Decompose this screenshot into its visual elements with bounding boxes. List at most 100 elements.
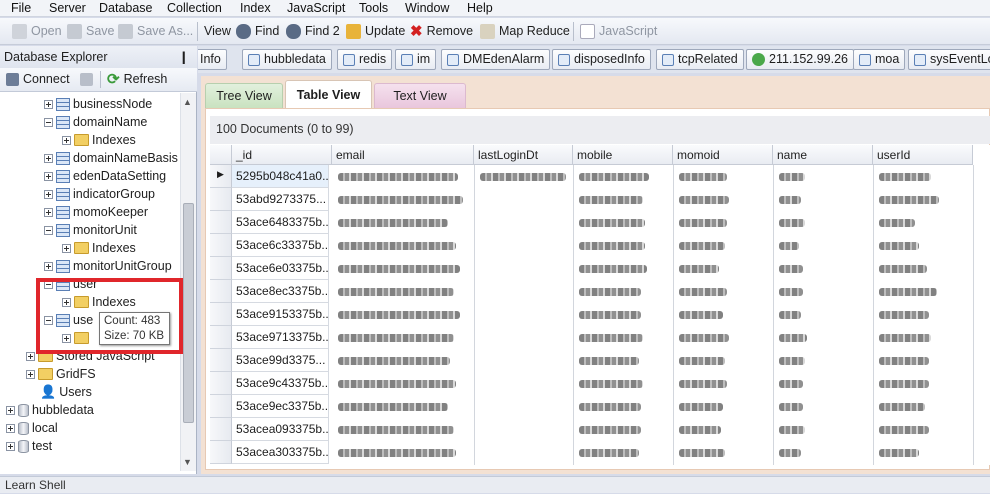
learn-shell-label[interactable]: Learn Shell [5,478,66,492]
tab-tree-view[interactable]: Tree View [205,83,283,108]
db-tab-dmedenalarm[interactable]: DMEdenAlarm [441,49,551,70]
tree-node-domainname[interactable]: domainName [44,113,147,131]
collapse-toggle[interactable] [44,225,53,235]
expand-toggle[interactable] [44,153,53,163]
expand-toggle[interactable] [62,243,71,253]
row-header[interactable] [210,188,232,211]
tree-node-domainnamebasis[interactable]: domainNameBasis [44,149,178,167]
menu-collection[interactable]: Collection [167,0,222,17]
menu-window[interactable]: Window [405,0,449,17]
tree-node-local[interactable]: local [6,419,58,437]
db-tab-syseventlog[interactable]: sysEventLo [908,49,990,70]
tree-node-businessnode[interactable]: businessNode [44,95,152,113]
table-row-id-cell[interactable]: 53ace9ec3375b... [232,395,329,418]
save-as-button[interactable]: Save As... [118,21,193,42]
save-button[interactable]: Save [67,21,115,42]
tab-table-view[interactable]: Table View [285,80,372,108]
tree-node-edendatasetting[interactable]: edenDataSetting [44,167,166,185]
column-header-momoid[interactable]: momoid [673,145,773,165]
remove-button[interactable]: ✖ Remove [410,21,473,42]
table-row-id-cell[interactable]: 53ace6e03375b... [232,257,329,280]
expand-toggle[interactable] [6,441,15,451]
table-row-id-cell[interactable]: 53abd9273375... [232,188,329,211]
menu-database[interactable]: Database [99,0,153,17]
tree-node-monitorunitgroup[interactable]: monitorUnitGroup [44,257,172,275]
view-button[interactable]: View [204,21,231,42]
table-row-id-cell[interactable]: 53ace9153375b... [232,303,329,326]
pin-icon[interactable]: ❙ [179,46,189,68]
menu-file[interactable]: File [11,0,31,17]
column-header-id[interactable]: _id [232,145,332,165]
column-header-mobile[interactable]: mobile [573,145,673,165]
expand-toggle[interactable] [62,135,71,145]
expand-toggle[interactable] [26,369,35,379]
expand-toggle[interactable] [44,99,53,109]
find-button[interactable]: Find [236,21,279,42]
find2-button[interactable]: Find 2 [286,21,340,42]
column-header-lastlogindt[interactable]: lastLoginDt [474,145,573,165]
db-tab-disposedinfo[interactable]: disposedInfo [552,49,651,70]
menu-tools[interactable]: Tools [359,0,388,17]
menu-javascript[interactable]: JavaScript [287,0,345,17]
expand-toggle[interactable] [6,423,15,433]
table-row-id-cell[interactable]: 53acea303375b... [232,441,329,464]
expand-toggle[interactable] [44,171,53,181]
disconnect-button[interactable] [80,69,93,90]
expand-toggle[interactable] [44,189,53,199]
table-row-id-cell[interactable]: 53acea093375b... [232,418,329,441]
row-header[interactable] [210,257,232,280]
table-row-id-cell[interactable]: 53ace6483375b... [232,211,329,234]
collapse-toggle[interactable] [44,117,53,127]
row-header[interactable] [210,211,232,234]
db-tab-server[interactable]: 211.152.99.26 [746,49,855,70]
update-button[interactable]: Update [346,21,405,42]
table-row-id-cell[interactable]: 53ace9c43375b... [232,372,329,395]
db-tab-im[interactable]: im [395,49,437,70]
tree-node-indicatorgroup[interactable]: indicatorGroup [44,185,155,203]
javascript-button[interactable]: JavaScript [580,21,657,42]
column-header-userid[interactable]: userId [873,145,973,165]
column-header-name[interactable]: name [773,145,873,165]
expand-toggle[interactable] [26,351,35,361]
table-row-id-cell[interactable]: 53ace8ec3375b... [232,280,329,303]
tree-node-momokeeper[interactable]: momoKeeper [44,203,148,221]
refresh-button[interactable]: ⟳ Refresh [107,69,167,90]
open-button[interactable]: Open [12,21,62,42]
row-header[interactable]: ▶ [210,165,232,188]
menu-server[interactable]: Server [49,0,86,17]
map-reduce-button[interactable]: Map Reduce [480,21,570,42]
row-header[interactable] [210,234,232,257]
db-tab-hubbledata[interactable]: hubbledata [242,49,332,70]
table-row-id-cell[interactable]: 53ace6c33375b... [232,234,329,257]
row-header[interactable] [210,418,232,441]
expand-toggle[interactable] [44,261,53,271]
db-tab-redis[interactable]: redis [337,49,393,70]
tree-node-test[interactable]: test [6,437,52,455]
row-header[interactable] [210,349,232,372]
scroll-up-arrow-icon[interactable]: ▲ [183,97,192,107]
row-header[interactable] [210,326,232,349]
menu-index[interactable]: Index [240,0,271,17]
row-header[interactable] [210,441,232,464]
menu-help[interactable]: Help [467,0,493,17]
tab-text-view[interactable]: Text View [374,83,466,108]
row-header[interactable] [210,280,232,303]
table-row-id-cell[interactable]: 53ace9713375b... [232,326,329,349]
tree-node-indexes[interactable]: Indexes [62,131,136,149]
tree-node-gridfs[interactable]: GridFS [26,365,96,383]
row-header[interactable] [210,372,232,395]
tree-node-users[interactable]: 👤 Users [40,383,92,401]
scrollbar-thumb[interactable] [183,203,194,423]
row-header[interactable] [210,303,232,326]
tree-node-hubbledata[interactable]: hubbledata [6,401,94,419]
tree-node-indexes[interactable]: Indexes [62,239,136,257]
scroll-down-arrow-icon[interactable]: ▼ [183,457,192,467]
db-tab-tcprelated[interactable]: tcpRelated [656,49,744,70]
expand-toggle[interactable] [44,207,53,217]
db-tab-moa[interactable]: moa [853,49,906,70]
connect-button[interactable]: Connect [6,69,70,90]
db-tab-info[interactable]: Info [198,49,227,70]
column-header-email[interactable]: email [332,145,474,165]
expand-toggle[interactable] [6,405,15,415]
row-header[interactable] [210,395,232,418]
